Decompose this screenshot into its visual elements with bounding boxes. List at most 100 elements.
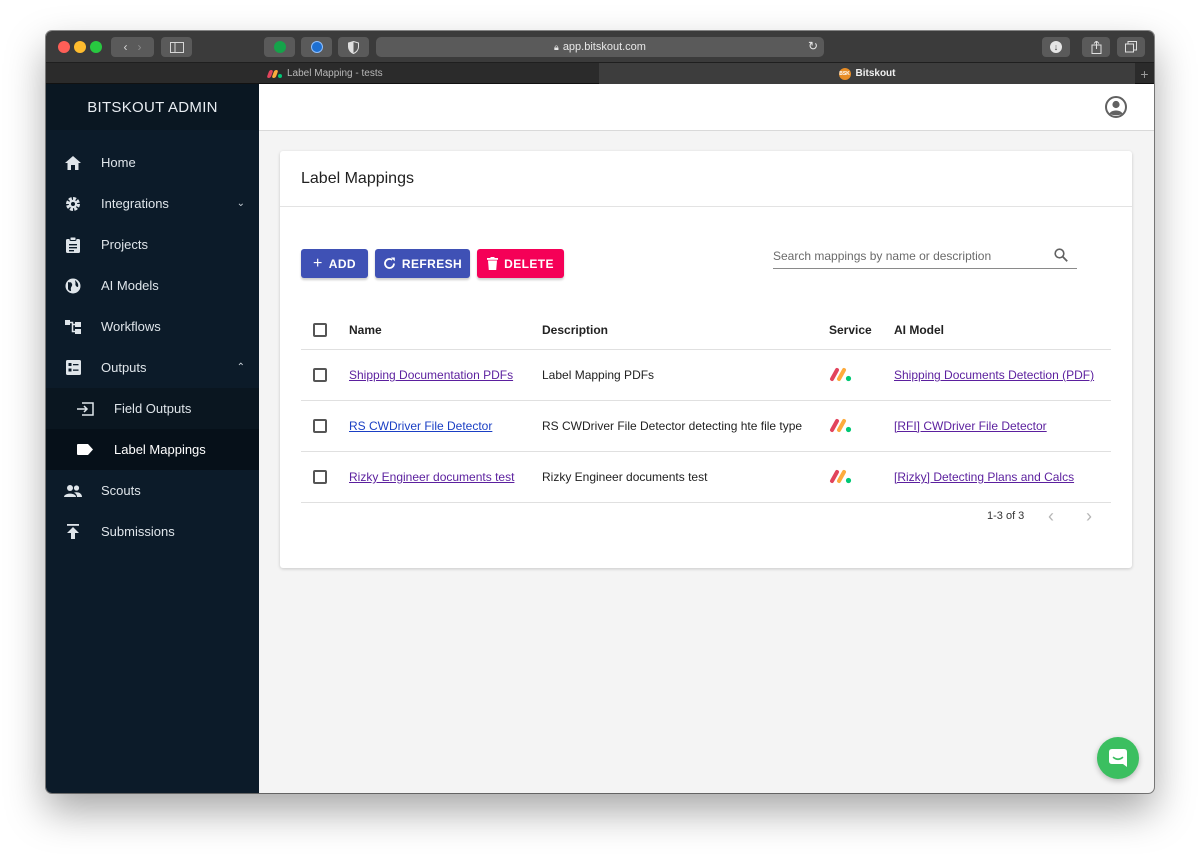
row-checkbox[interactable] [313, 470, 327, 484]
sidebar-item-outputs[interactable]: Outputs ⌃ [46, 347, 259, 388]
home-icon [64, 154, 82, 172]
browser-tab-label-mapping[interactable]: Label Mapping - tests [46, 63, 599, 84]
label-mappings-card: Label Mappings + ADD REFRESH DELETE Name… [280, 151, 1132, 568]
chat-support-button[interactable] [1097, 737, 1139, 779]
address-bar[interactable]: 🔒︎ app.bitskout.com ↻ [376, 37, 824, 57]
refresh-button-label: REFRESH [401, 256, 463, 271]
monday-service-icon [830, 368, 852, 382]
sidebar-item-label: Projects [101, 237, 148, 252]
column-header-ai-model[interactable]: AI Model [894, 311, 944, 349]
mapping-name-link[interactable]: RS CWDriver File Detector [349, 419, 492, 433]
previous-page-icon[interactable]: ‹ [1048, 506, 1054, 527]
delete-button[interactable]: DELETE [477, 249, 564, 278]
sidebar-item-label: Workflows [101, 319, 161, 334]
sidebar-item-submissions[interactable]: Submissions [46, 511, 259, 552]
pagination-range: 1-3 of 3 [987, 510, 1025, 522]
browser-window: ‹ › 🔒︎ app.bitskout.com ↻ ↓ Label Mappin… [46, 31, 1154, 793]
sidebar-item-scouts[interactable]: Scouts [46, 470, 259, 511]
sidebar-item-ai-models[interactable]: AI Models [46, 265, 259, 306]
browser-tab-bar: Label Mapping - tests BSK Bitskout + [46, 63, 1154, 84]
tab-overview-icon [1125, 41, 1137, 53]
share-button[interactable] [1082, 37, 1110, 57]
tab-title: Bitskout [855, 68, 896, 79]
tab-title: Label Mapping - tests [287, 68, 383, 79]
sidebar-item-label-mappings[interactable]: Label Mappings [46, 429, 259, 470]
extension-grammarly-button[interactable] [264, 37, 295, 57]
table-row: RS CWDriver File Detector RS CWDriver Fi… [301, 401, 1111, 452]
mapping-description: RS CWDriver File Detector detecting hte … [542, 419, 803, 433]
sidebar-item-label: Submissions [101, 524, 175, 539]
grammarly-icon [273, 41, 286, 53]
row-checkbox[interactable] [313, 419, 327, 433]
search-input[interactable] [773, 249, 1043, 263]
extension-globe-button[interactable] [301, 37, 332, 57]
sidebar: BITSKOUT ADMIN Home Integrations ⌄ Proje… [46, 84, 259, 793]
reload-icon[interactable]: ↻ [808, 39, 818, 53]
plus-icon: + [313, 254, 323, 272]
mapping-name-link[interactable]: Shipping Documentation PDFs [349, 368, 513, 382]
close-window-button[interactable] [58, 41, 70, 53]
column-header-service[interactable]: Service [829, 311, 872, 349]
downloads-button[interactable]: ↓ [1042, 37, 1070, 57]
search-field[interactable] [773, 245, 1077, 269]
sidebar-item-workflows[interactable]: Workflows [46, 306, 259, 347]
monday-service-icon [830, 419, 852, 433]
shield-icon [348, 40, 359, 54]
clipboard-icon [64, 236, 82, 254]
back-forward-buttons[interactable]: ‹ › [111, 37, 154, 57]
sidebar-toggle-icon [169, 41, 184, 53]
ai-model-link[interactable]: [RFI] CWDriver File Detector [894, 419, 1047, 433]
lock-icon: 🔒︎ [554, 41, 559, 52]
row-checkbox[interactable] [313, 368, 327, 382]
select-all-checkbox-cell [313, 311, 327, 349]
privacy-shield-button[interactable] [338, 37, 369, 57]
sidebar-item-label: Home [101, 155, 136, 170]
account-circle-icon[interactable] [1105, 96, 1127, 118]
url-text: app.bitskout.com [562, 41, 646, 53]
people-icon [64, 482, 82, 500]
browser-tab-bitskout[interactable]: BSK Bitskout [599, 63, 1135, 84]
tab-overview-button[interactable] [1117, 37, 1145, 57]
card-divider [280, 206, 1132, 207]
trash-icon [487, 257, 499, 270]
sidebar-toggle-button[interactable] [161, 37, 192, 57]
chat-icon [1109, 749, 1127, 767]
add-button-label: ADD [328, 256, 356, 271]
app-bar [259, 84, 1154, 131]
refresh-button[interactable]: REFRESH [375, 249, 470, 278]
page-title: Label Mappings [301, 170, 414, 187]
column-header-name[interactable]: Name [349, 311, 382, 349]
search-icon[interactable] [1054, 248, 1068, 262]
download-icon: ↓ [1050, 41, 1062, 53]
plus-icon: + [1140, 65, 1149, 82]
minimize-window-button[interactable] [74, 41, 86, 53]
maximize-window-button[interactable] [90, 41, 102, 53]
sidebar-item-projects[interactable]: Projects [46, 224, 259, 265]
ai-model-link[interactable]: Shipping Documents Detection (PDF) [894, 368, 1094, 382]
mapping-description: Rizky Engineer documents test [542, 470, 708, 484]
bitskout-favicon-icon: BSK [838, 67, 851, 80]
share-icon [1091, 40, 1101, 54]
mapping-name-link[interactable]: Rizky Engineer documents test [349, 470, 514, 484]
new-tab-button[interactable]: + [1135, 63, 1154, 84]
next-page-icon[interactable]: › [1086, 506, 1092, 527]
ai-model-link[interactable]: [Rizky] Detecting Plans and Calcs [894, 470, 1074, 484]
sidebar-item-label: AI Models [101, 278, 159, 293]
select-all-checkbox[interactable] [313, 323, 327, 337]
add-button[interactable]: + ADD [301, 249, 368, 278]
browser-toolbar: ‹ › 🔒︎ app.bitskout.com ↻ ↓ [46, 31, 1154, 63]
brand-title: BITSKOUT ADMIN [46, 84, 259, 130]
mapping-description: Label Mapping PDFs [542, 368, 655, 382]
sidebar-item-field-outputs[interactable]: Field Outputs [46, 388, 259, 429]
forward-icon[interactable]: › [138, 40, 142, 54]
monday-service-icon [830, 470, 852, 484]
chevron-up-icon[interactable]: ⌃ [237, 362, 245, 373]
workflow-icon [64, 318, 82, 336]
chevron-down-icon[interactable]: ⌄ [237, 198, 245, 209]
sidebar-item-integrations[interactable]: Integrations ⌄ [46, 183, 259, 224]
sidebar-item-home[interactable]: Home [46, 142, 259, 183]
back-icon[interactable]: ‹ [123, 40, 127, 54]
sidebar-item-label: Outputs [101, 360, 147, 375]
column-header-description[interactable]: Description [542, 311, 608, 349]
field-outputs-icon [76, 400, 94, 418]
